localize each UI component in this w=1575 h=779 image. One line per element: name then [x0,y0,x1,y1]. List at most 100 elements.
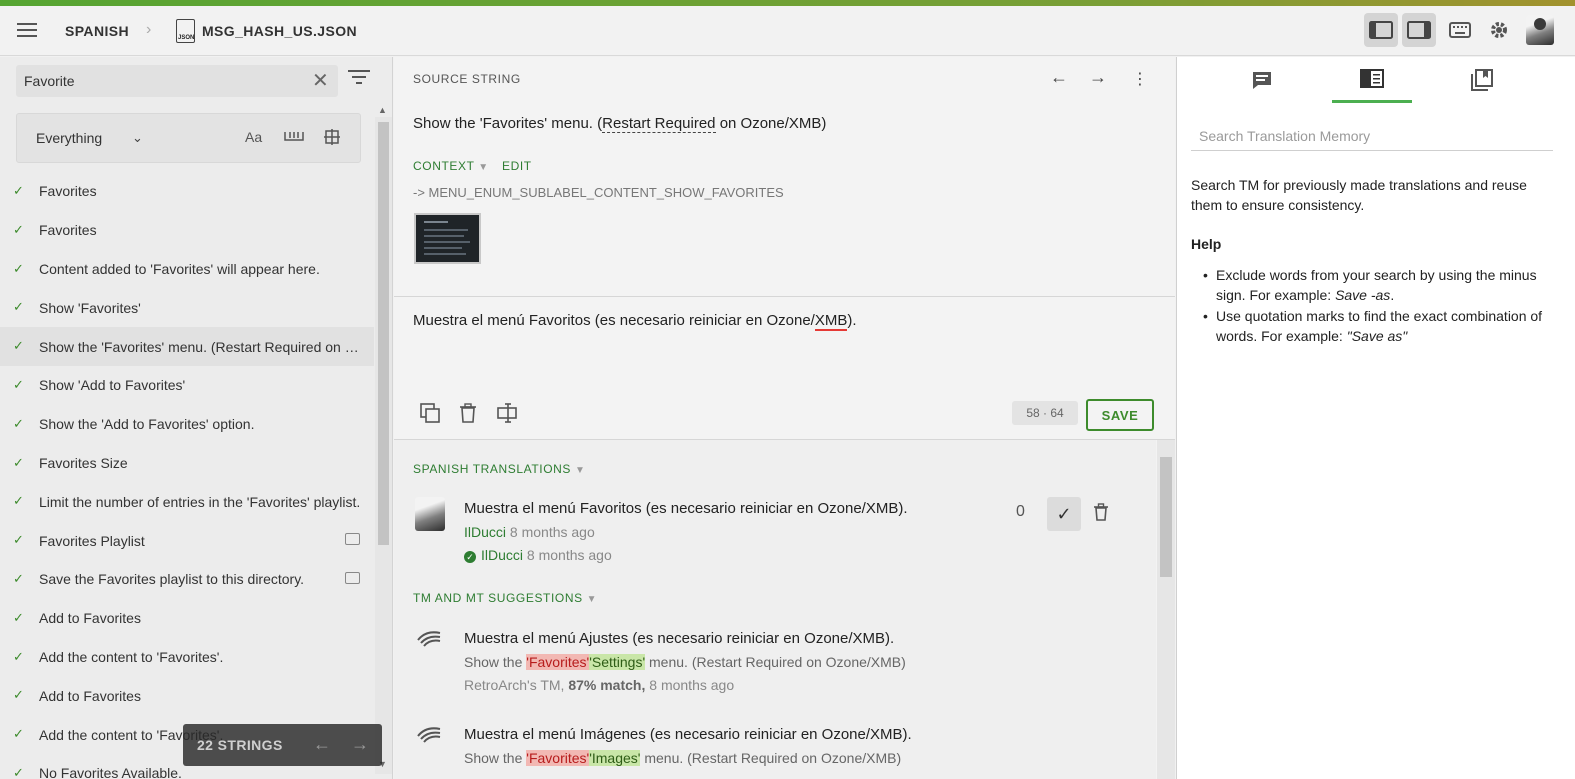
settings-button[interactable] [1482,13,1516,47]
source-text-before: Show the 'Favorites' menu. ( [413,115,603,132]
next-string-icon[interactable]: → [351,734,369,755]
tab-other-locales[interactable] [1442,57,1522,103]
user-avatar[interactable] [1526,15,1554,45]
string-list-item[interactable]: ✓ Add the content to 'Favorites'. [0,638,374,677]
caret-down-icon: ▼ [478,162,489,173]
translated-check-icon: ✓ [13,299,24,315]
screenshot-thumbnail[interactable] [414,213,481,264]
scroll-up-icon[interactable]: ▲ [378,105,387,115]
whole-word-icon[interactable] [284,129,304,146]
chevron-right-icon: › [146,21,152,38]
tm-description: Search TM for previously made translatio… [1191,177,1527,213]
clear-translation-icon[interactable] [459,403,479,423]
translations-toggle[interactable]: SPANISH TRANSLATIONS ▼ [413,462,585,476]
source-string-header: SOURCE STRING [413,72,521,86]
character-count: 58 · 64 [1012,401,1078,425]
trash-icon [1094,503,1108,521]
translated-check-icon: ✓ [13,221,24,237]
previous-entity-icon[interactable]: ← [1050,67,1068,88]
delete-translation-button[interactable] [1093,503,1109,526]
translation-editor[interactable]: Muestra el menú Favoritos (es necesario … [394,297,1175,439]
suggestion-text[interactable]: Muestra el menú Ajustes (es necesario re… [464,630,894,647]
diff-text: Show the [464,654,527,670]
string-list-item[interactable]: ✓ Show 'Favorites' [0,288,374,327]
translation-text-after: ). [847,312,857,329]
diff-inserted: 'Images' [589,750,641,766]
translated-check-icon: ✓ [13,687,24,703]
string-list-item[interactable]: ✓ Save the Favorites playlist to this dir… [0,560,374,599]
next-entity-icon[interactable]: → [1089,67,1107,88]
more-options-icon[interactable]: ⋮ [1132,69,1148,89]
string-list-item[interactable]: ✓ Favorites [0,211,374,250]
source-term[interactable]: Restart Required [602,115,716,133]
caret-down-icon: ▼ [586,594,598,605]
edit-source-link[interactable]: EDIT [502,159,532,173]
string-list-item-text: Favorites [39,222,97,239]
save-button[interactable]: SAVE [1086,399,1154,431]
translation-memory-search-input[interactable] [1191,121,1553,151]
previous-string-icon[interactable]: ← [313,734,331,755]
help-example: Save -as [1335,287,1391,303]
approve-button[interactable]: ✓ [1047,497,1081,531]
translated-check-icon: ✓ [13,609,24,625]
string-list-item-text: Show 'Favorites' [39,299,141,316]
translated-check-icon: ✓ [13,764,24,779]
diff-deleted: 'Favorites' [526,654,590,670]
json-file-icon: JSON [176,19,195,43]
string-list-item[interactable]: ✓ Show the 'Add to Favorites' option. [0,405,374,444]
search-scope-select[interactable]: Everything ⌄ [36,130,143,146]
strings-navigation-bar: 22 STRINGS ← → [183,724,382,766]
string-list-item[interactable]: ✓ Show the 'Favorites' menu. (Restart Req… [0,327,374,366]
context-toggle[interactable]: CONTEXT ▼ [413,159,489,173]
vote-count: 0 [1016,503,1025,520]
string-list-item[interactable]: ✓ Add to Favorites [0,599,374,638]
translated-check-icon: ✓ [13,726,24,742]
string-list-item[interactable]: ✓ Favorites Size [0,444,374,483]
toggle-sidebar-left-button[interactable] [1364,13,1398,47]
suggestion-time: 8 months ago [649,677,735,693]
search-input[interactable] [24,70,294,92]
breadcrumb-file[interactable]: MSG_HASH_US.JSON [202,23,357,39]
caret-down-icon: ▼ [574,465,586,476]
string-list-item[interactable]: ✓ Favorites Playlist [0,521,374,560]
menu-icon[interactable] [17,23,37,37]
filter-icon[interactable] [348,70,370,88]
author-link[interactable]: IlDucci [464,524,506,540]
string-list-sidebar: ✕ Everything ⌄ Aa ✓ Favorites ✓ Favorites ✓ Co… [0,57,393,779]
string-list-item[interactable]: ✓ Add to Favorites [0,676,374,715]
tab-machinery[interactable] [1332,57,1412,103]
sidebar-scrollbar-thumb[interactable] [378,122,389,545]
tab-comments[interactable] [1222,57,1302,103]
breadcrumb-project[interactable]: SPANISH [65,23,129,39]
clear-search-icon[interactable]: ✕ [312,71,329,91]
source-string-text: Show the 'Favorites' menu. (Restart Requ… [413,115,826,133]
keyboard-shortcuts-button[interactable] [1443,13,1477,47]
suggestion-source-diff: Show the 'Favorites''Images' menu. (Rest… [464,750,901,766]
string-list-item[interactable]: ✓ Show 'Add to Favorites' [0,366,374,405]
suggestions-toggle[interactable]: TM AND MT SUGGESTIONS ▼ [413,591,597,605]
string-list-item[interactable]: ✓ Favorites [0,172,374,211]
string-list-item[interactable]: ✓ Limit the number of entries in the 'Fav… [0,482,374,521]
translation-author-line: IlDucci 8 months ago [464,524,595,540]
translation-entry-text[interactable]: Muestra el menú Favoritos (es necesario … [464,500,908,517]
string-list-item-text: Favorites Size [39,454,128,471]
suggestions-scrollbar-thumb[interactable] [1160,457,1172,577]
copy-source-icon[interactable] [420,403,440,423]
match-case-icon[interactable]: Aa [245,129,262,145]
comment-icon [345,571,360,584]
approver-link[interactable]: IlDucci [481,547,523,563]
diff-text: menu. (Restart Required on Ozone/XMB) [645,654,906,670]
toggle-sidebar-right-button[interactable] [1402,13,1436,47]
suggestions-label: TM AND MT SUGGESTIONS [413,591,583,605]
translator-avatar[interactable] [415,497,445,531]
diff-text: Show the [464,750,527,766]
string-list-item[interactable]: ✓ Content added to 'Favorites' will appea… [0,250,374,289]
translated-check-icon: ✓ [13,338,24,354]
comment-icon [1253,72,1271,89]
retroarch-logo-icon [416,630,442,648]
rtl-toggle-icon[interactable] [497,403,517,423]
translation-input[interactable]: Muestra el menú Favoritos (es necesario … [413,312,857,331]
suggestion-text[interactable]: Muestra el menú Imágenes (es necesario r… [464,726,912,743]
regex-icon[interactable] [324,129,340,148]
string-list-item-text: Add to Favorites [39,687,141,704]
